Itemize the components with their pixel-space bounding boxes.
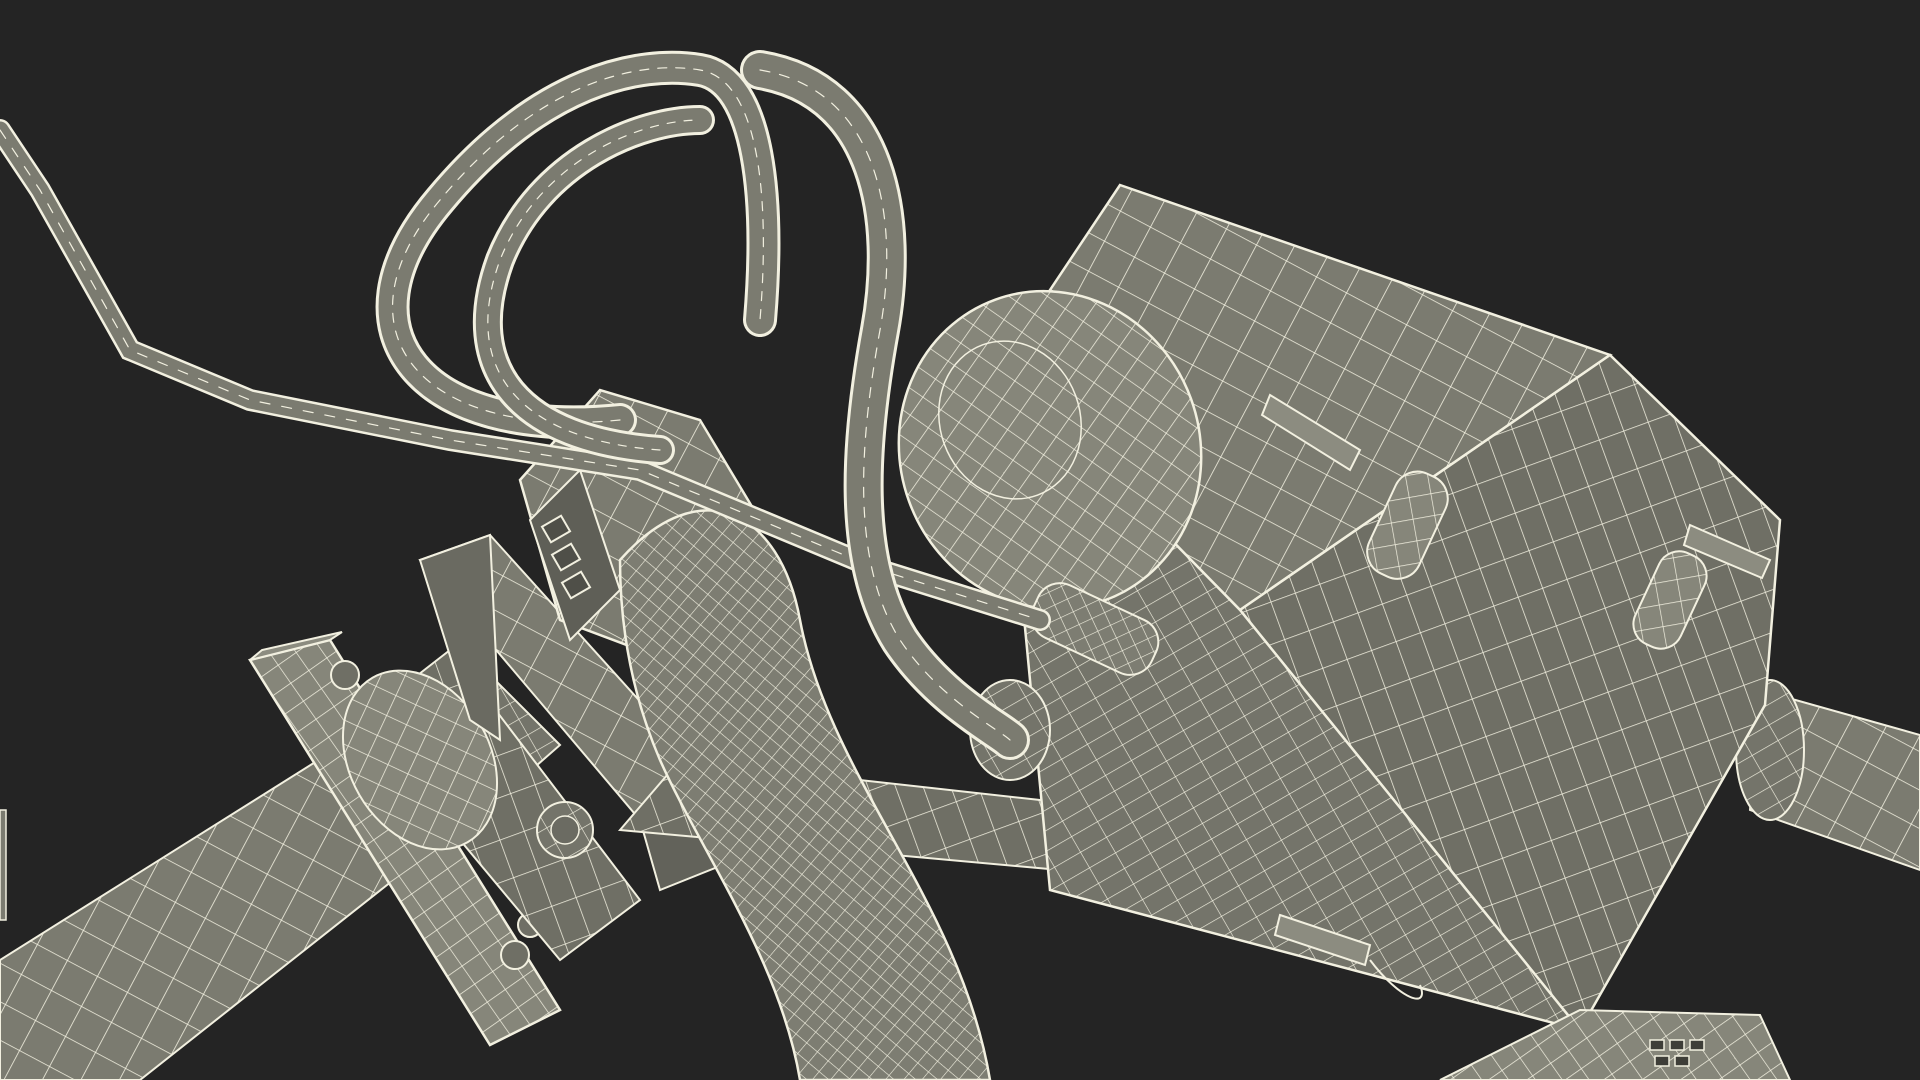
- partial-object-bottom-right: [1439, 1008, 1792, 1080]
- viewport: [0, 0, 1920, 1080]
- left-edge-sliver: [0, 809, 7, 921]
- wireframe-render: [0, 50, 1920, 1080]
